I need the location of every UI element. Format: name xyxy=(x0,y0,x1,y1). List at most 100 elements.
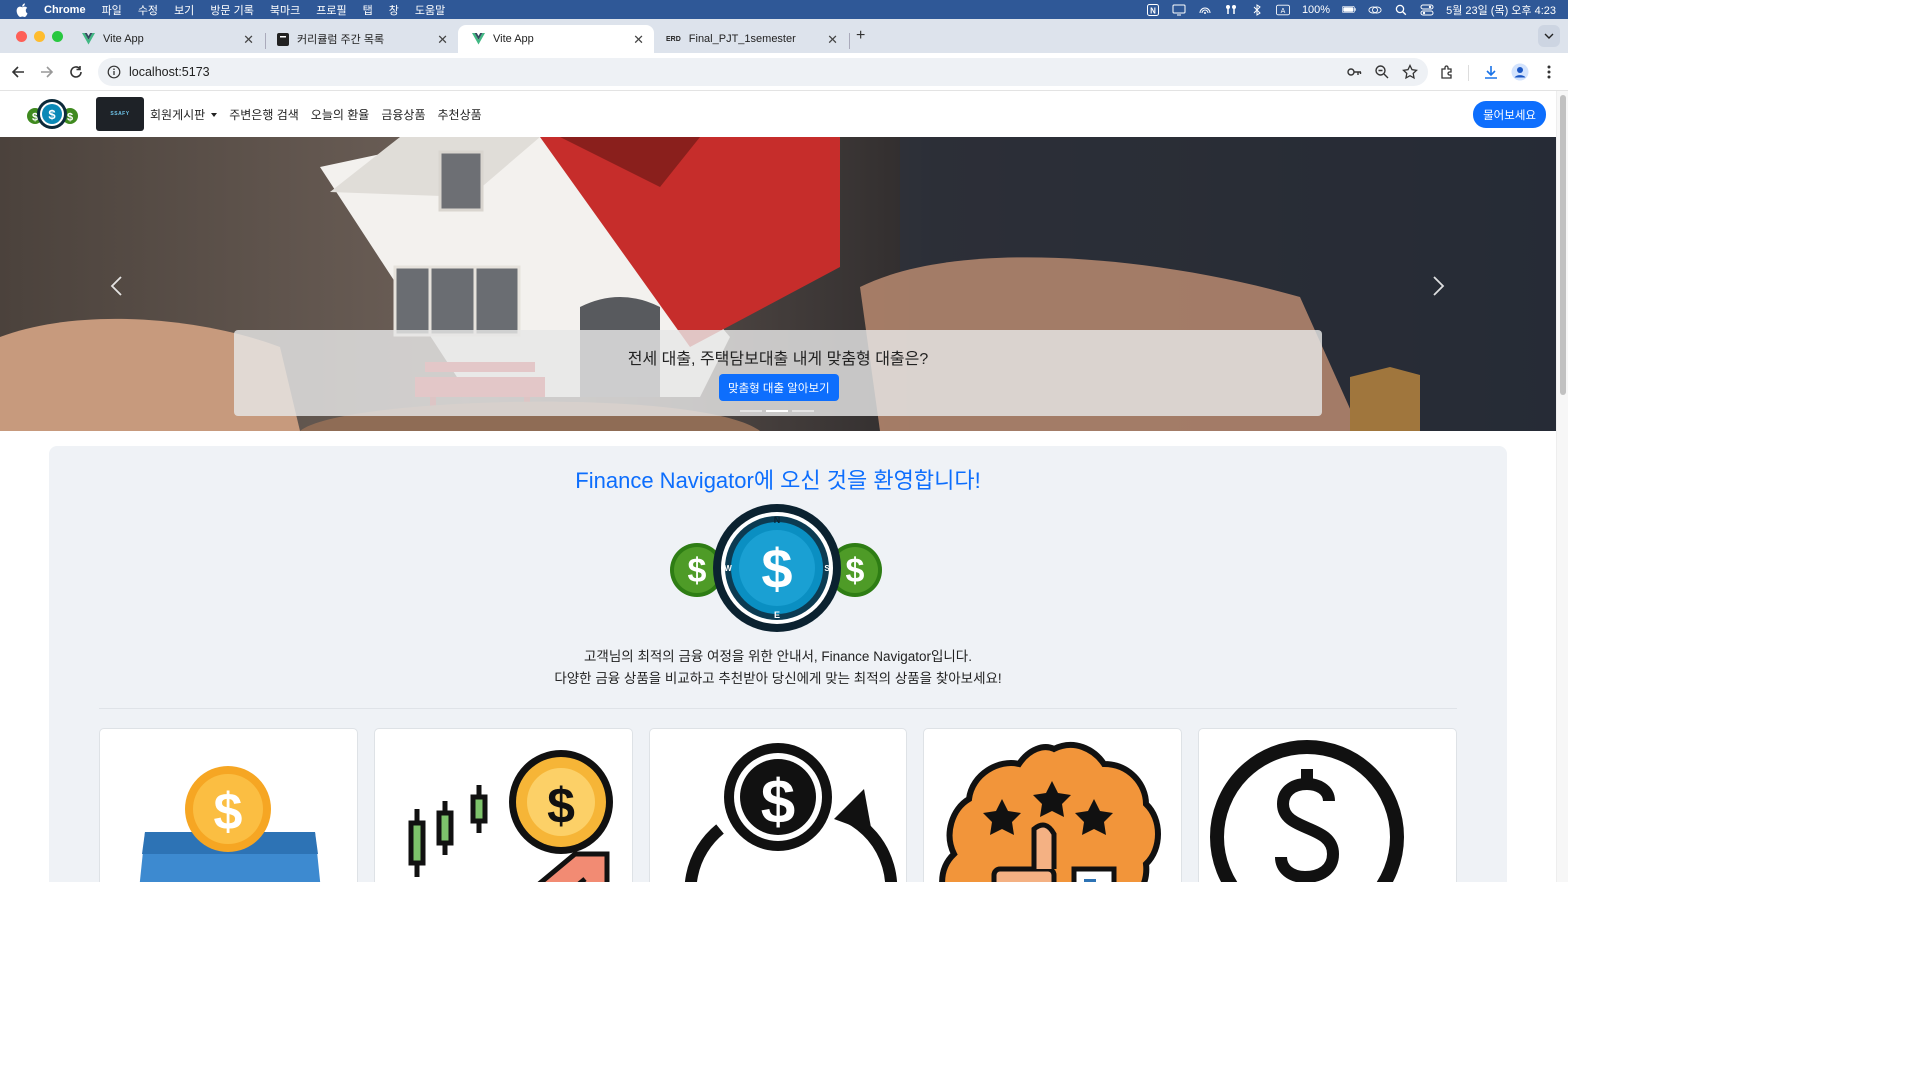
menu-tab[interactable]: 탭 xyxy=(363,2,373,18)
page-scrollbar[interactable] xyxy=(1556,91,1568,882)
menu-edit[interactable]: 수정 xyxy=(138,2,158,18)
finance-navigator-logo[interactable]: $ $ $ xyxy=(26,96,78,132)
tab-curriculum[interactable]: 커리큘럼 주간 목록 ✕ xyxy=(262,25,458,53)
divider xyxy=(99,708,1457,709)
close-tab-icon[interactable]: ✕ xyxy=(243,32,254,48)
menu-window[interactable]: 창 xyxy=(389,2,399,18)
svg-text:$: $ xyxy=(547,778,575,834)
control-center-icon[interactable] xyxy=(1420,4,1434,16)
extensions-puzzle-icon[interactable] xyxy=(1438,63,1456,81)
minimize-window-button[interactable] xyxy=(34,31,45,42)
vue-icon xyxy=(82,33,95,46)
apple-icon[interactable] xyxy=(16,2,30,17)
feature-card-recommend[interactable] xyxy=(923,728,1183,882)
screen-mirror-icon[interactable] xyxy=(1368,4,1382,16)
erd-icon: ERD xyxy=(666,35,681,43)
download-icon[interactable] xyxy=(1482,63,1500,81)
bookmark-star-icon[interactable] xyxy=(1402,63,1418,85)
nav-financial-products[interactable]: 금융상품 xyxy=(381,106,425,123)
compass-dollar-logo: $ $ $ N E W S xyxy=(670,504,882,632)
tab-vite-app-active[interactable]: Vite App ✕ xyxy=(458,25,654,53)
compass-letter: N xyxy=(774,515,781,525)
web-page: $ $ $ SSAFY 회원게시판 주변은행 검색 오늘의 환율 금융상품 추천… xyxy=(0,91,1556,882)
close-tab-icon[interactable]: ✕ xyxy=(437,32,448,48)
menu-view[interactable]: 보기 xyxy=(174,2,194,18)
menubar-status-area: N A 100% 5월 23일 (목) 오후 4:23 xyxy=(1146,0,1556,19)
battery-percent: 100% xyxy=(1301,3,1331,16)
menu-file[interactable]: 파일 xyxy=(102,2,122,18)
feature-card-investment[interactable]: $ xyxy=(373,728,633,882)
hero-carousel: 전세 대출, 주택담보대출 내게 맞춤형 대출은? 맞춤형 대출 알아보기 xyxy=(0,137,1556,431)
url-text[interactable]: localhost:5173 xyxy=(129,65,210,79)
svg-text:$: $ xyxy=(214,783,243,841)
site-info-icon[interactable] xyxy=(107,65,121,79)
recommend-thumb-icon xyxy=(939,742,1162,882)
carousel-caption-title: 전세 대출, 주택담보대출 내게 맞춤형 대출은? xyxy=(627,351,929,368)
back-arrow-icon[interactable] xyxy=(9,63,27,81)
nav-nearby-banks[interactable]: 주변은행 검색 xyxy=(229,106,299,123)
feature-card-exchange[interactable]: $ xyxy=(648,728,908,882)
spotlight-search-icon[interactable] xyxy=(1394,4,1408,16)
doc-icon xyxy=(276,32,289,46)
tab-search-button[interactable] xyxy=(1538,25,1560,47)
close-tab-icon[interactable]: ✕ xyxy=(633,32,644,48)
menu-profiles[interactable]: 프로필 xyxy=(316,2,346,18)
display-icon[interactable] xyxy=(1172,4,1186,16)
tab-title: Vite App xyxy=(103,33,144,45)
tab-erd[interactable]: ERD Final_PJT_1semester ✕ xyxy=(652,25,848,53)
investment-growth-icon: $ xyxy=(408,750,613,882)
menu-bookmarks[interactable]: 북마크 xyxy=(270,2,300,18)
feature-card-savings[interactable] xyxy=(1198,728,1457,882)
new-tab-button[interactable]: + xyxy=(856,27,865,45)
svg-text:$: $ xyxy=(761,537,792,600)
carousel-indicators xyxy=(740,410,814,412)
chrome-menu-icon[interactable] xyxy=(1540,63,1558,81)
password-key-icon[interactable] xyxy=(1346,64,1362,85)
carousel-indicator[interactable] xyxy=(792,410,814,412)
nav-recommended-products[interactable]: 추천상품 xyxy=(438,106,482,123)
close-tab-icon[interactable]: ✕ xyxy=(827,32,838,48)
menu-history[interactable]: 방문 기록 xyxy=(210,2,254,18)
carousel-prev-icon[interactable] xyxy=(105,275,127,297)
ask-chatbot-button[interactable]: 물어보세요 xyxy=(1473,101,1546,128)
airdrop-icon[interactable] xyxy=(1198,4,1212,16)
feature-card-deposit[interactable]: $ xyxy=(99,728,358,882)
zoom-window-button[interactable] xyxy=(52,31,63,42)
menu-help[interactable]: 도움말 xyxy=(415,2,445,18)
menu-app-name[interactable]: Chrome xyxy=(44,4,86,16)
tab-vite-app-1[interactable]: Vite App ✕ xyxy=(68,25,264,53)
browser-toolbar: localhost:5173 xyxy=(0,53,1568,91)
scrollbar-thumb[interactable] xyxy=(1560,95,1566,395)
battery-icon[interactable] xyxy=(1342,4,1356,16)
omnibox-actions xyxy=(1346,63,1418,85)
address-bar[interactable]: localhost:5173 xyxy=(98,58,1428,86)
welcome-description: 고객님의 최적의 금융 여정을 위한 안내서, Finance Navigato… xyxy=(49,646,1507,690)
site-navbar: $ $ $ SSAFY 회원게시판 주변은행 검색 오늘의 환율 금융상품 추천… xyxy=(0,91,1556,137)
window-controls xyxy=(16,31,63,42)
browser-tab-strip: Vite App ✕ 커리큘럼 주간 목록 ✕ Vite App ✕ ERD F… xyxy=(0,19,1568,53)
menubar-clock[interactable]: 5월 23일 (목) 오후 4:23 xyxy=(1446,2,1556,18)
tab-divider xyxy=(849,33,850,49)
zoom-icon[interactable] xyxy=(1374,64,1390,85)
bluetooth-icon[interactable] xyxy=(1250,3,1264,16)
toolbar-divider xyxy=(1468,65,1469,81)
dollar-coin-icon xyxy=(1210,740,1405,882)
nav-exchange-rate[interactable]: 오늘의 환율 xyxy=(311,106,370,123)
nav-community-dropdown[interactable]: 회원게시판 xyxy=(150,106,217,123)
loan-finder-button[interactable]: 맞춤형 대출 알아보기 xyxy=(719,374,839,401)
profile-avatar-icon[interactable] xyxy=(1511,63,1529,81)
compass-letter: S xyxy=(824,564,830,573)
ssafy-badge[interactable]: SSAFY xyxy=(96,97,144,131)
carousel-indicator-active[interactable] xyxy=(766,410,788,412)
input-source-icon[interactable]: A xyxy=(1275,4,1290,16)
tab-title: Final_PJT_1semester xyxy=(688,33,796,45)
airpods-icon[interactable] xyxy=(1224,4,1238,16)
notion-icon[interactable]: N xyxy=(1146,3,1160,16)
forward-arrow-icon[interactable] xyxy=(38,63,56,81)
carousel-next-icon[interactable] xyxy=(1428,275,1450,297)
carousel-caption: 전세 대출, 주택담보대출 내게 맞춤형 대출은? 맞춤형 대출 알아보기 xyxy=(234,330,1322,416)
carousel-indicator[interactable] xyxy=(740,410,762,412)
close-window-button[interactable] xyxy=(16,31,27,42)
welcome-desc-line2: 다양한 금융 상품을 비교하고 추천받아 당신에게 맞는 최적의 상품을 찾아보… xyxy=(554,671,1002,686)
reload-icon[interactable] xyxy=(67,63,85,81)
